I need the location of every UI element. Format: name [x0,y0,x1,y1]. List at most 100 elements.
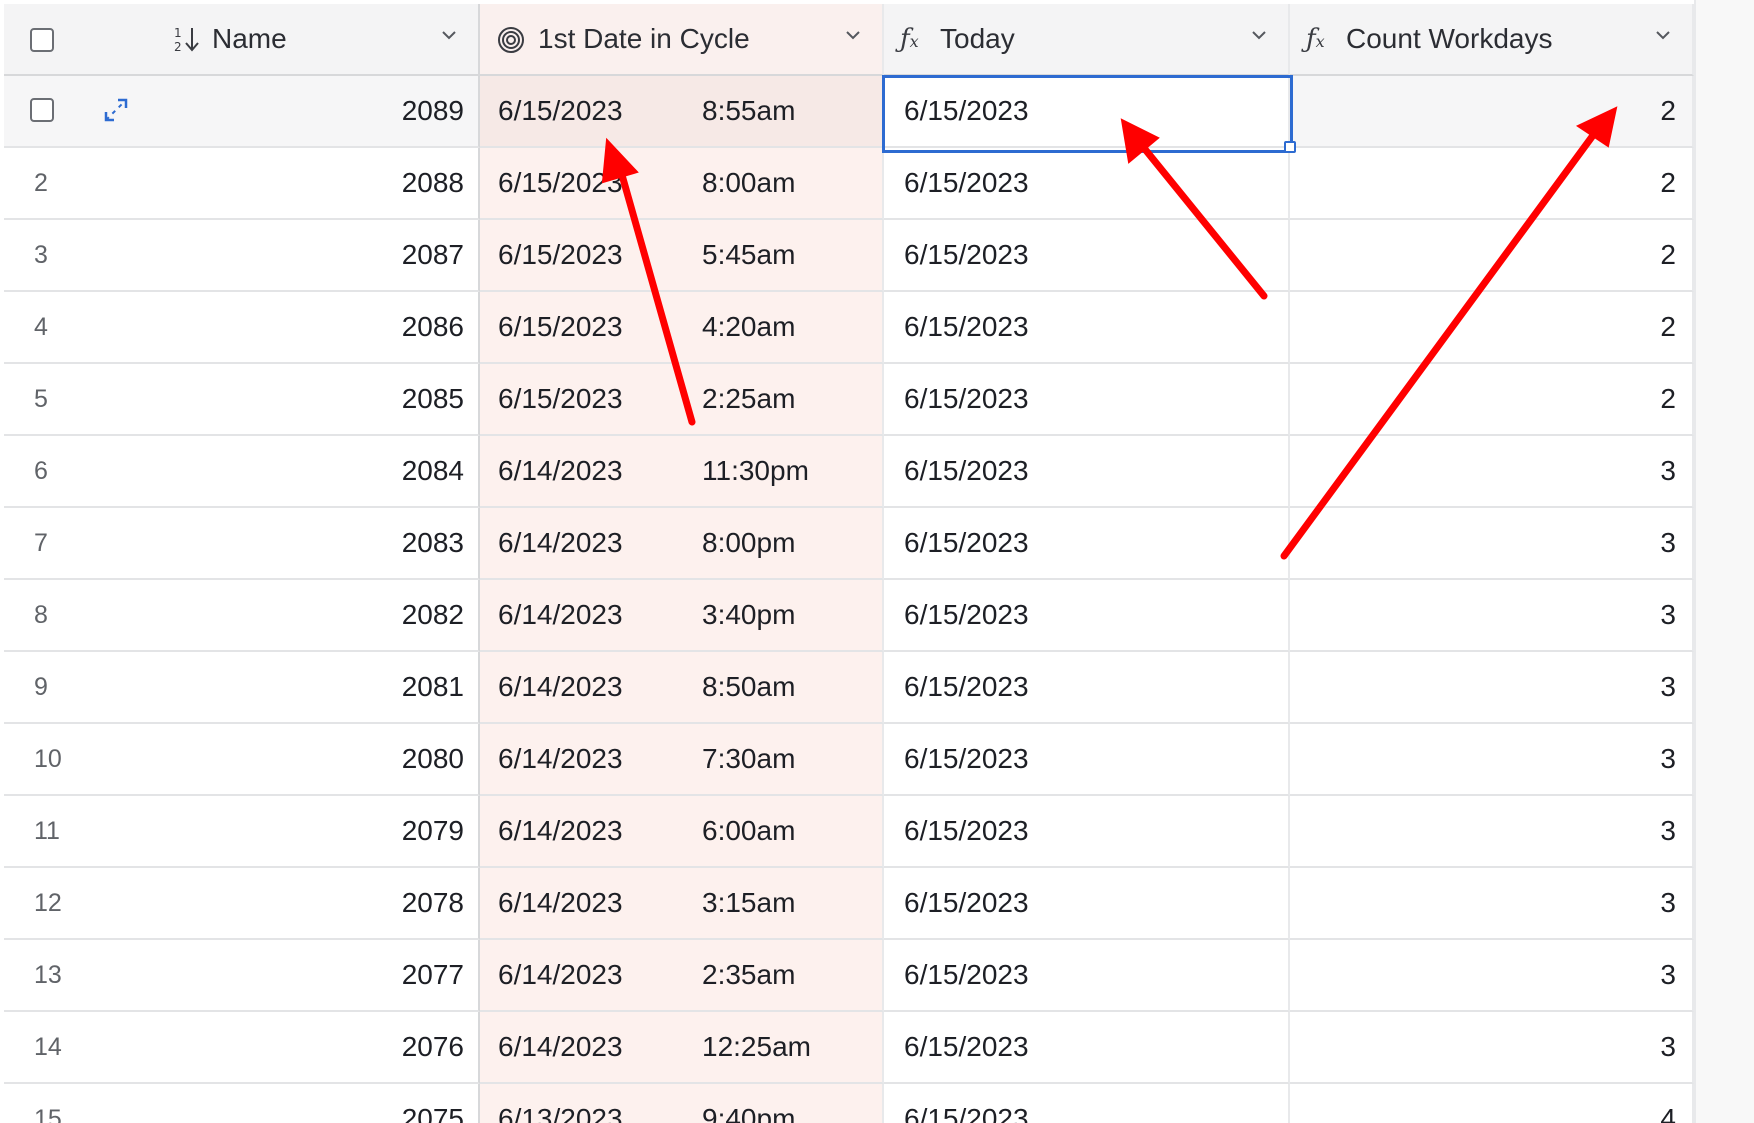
count-workdays-cell[interactable]: 3 [1290,508,1694,580]
today-cell[interactable]: 6/15/2023 [884,364,1290,436]
row-checkbox[interactable] [30,98,54,122]
today-cell[interactable]: 6/15/2023 [884,868,1290,940]
chevron-down-icon[interactable] [846,28,860,42]
expand-record-icon[interactable] [102,96,130,131]
count-workdays-cell[interactable]: 3 [1290,436,1694,508]
name-cell[interactable]: 7 2083 [4,508,480,580]
table-row[interactable]: 5 2085 6/15/2023 2:25am 6/15/2023 2 [4,364,1694,436]
count-workdays-cell[interactable]: 2 [1290,148,1694,220]
name-cell[interactable]: 6 2084 [4,436,480,508]
name-cell[interactable]: 12 2078 [4,868,480,940]
table-row[interactable]: 4 2086 6/15/2023 4:20am 6/15/2023 2 [4,292,1694,364]
first-date-cell[interactable]: 6/15/2023 8:55am [480,76,884,148]
fill-handle[interactable] [1284,141,1296,153]
first-date-cell[interactable]: 6/14/2023 3:15am [480,868,884,940]
column-header-name[interactable]: 1 2 Name [4,4,480,76]
first-date-cell[interactable]: 6/14/2023 11:30pm [480,436,884,508]
name-cell[interactable]: 3 2087 [4,220,480,292]
today-cell[interactable]: 6/15/2023 [884,436,1290,508]
table-row[interactable]: 3 2087 6/15/2023 5:45am 6/15/2023 2 [4,220,1694,292]
name-cell[interactable]: 13 2077 [4,940,480,1012]
table-row[interactable]: 7 2083 6/14/2023 8:00pm 6/15/2023 3 [4,508,1694,580]
time-value: 3:15am [702,887,796,918]
first-date-cell[interactable]: 6/14/2023 3:40pm [480,580,884,652]
today-cell[interactable]: 6/15/2023 [884,940,1290,1012]
chevron-down-icon[interactable] [442,28,456,42]
date-value: 6/13/2023 [498,1103,623,1123]
today-cell[interactable]: 6/15/2023 [884,292,1290,364]
chevron-down-icon[interactable] [1252,28,1266,42]
name-cell[interactable]: 15 2075 [4,1084,480,1123]
first-date-cell[interactable]: 6/14/2023 7:30am [480,724,884,796]
column-header-first-date[interactable]: 1st Date in Cycle [480,4,884,76]
today-cell[interactable]: 6/15/2023 [884,652,1290,724]
name-cell[interactable]: 4 2086 [4,292,480,364]
today-cell[interactable]: 6/15/2023 [884,1012,1290,1084]
count-workdays-cell[interactable]: 2 [1290,292,1694,364]
today-value: 6/15/2023 [904,743,1029,774]
count-workdays-cell[interactable]: 2 [1290,76,1694,148]
column-header-count-workdays[interactable]: ƒx Count Workdays [1290,4,1694,76]
first-date-cell[interactable]: 6/15/2023 5:45am [480,220,884,292]
count-workdays-cell[interactable]: 3 [1290,652,1694,724]
first-date-cell[interactable]: 6/14/2023 2:35am [480,940,884,1012]
date-value: 6/15/2023 [498,95,623,126]
table-row[interactable]: 9 2081 6/14/2023 8:50am 6/15/2023 3 [4,652,1694,724]
today-cell[interactable]: 6/15/2023 [884,148,1290,220]
count-workdays-cell[interactable]: 3 [1290,868,1694,940]
row-number: 11 [34,816,60,845]
table-row[interactable]: 12 2078 6/14/2023 3:15am 6/15/2023 3 [4,868,1694,940]
count-workdays-cell[interactable]: 3 [1290,1012,1694,1084]
count-workdays-cell[interactable]: 4 [1290,1084,1694,1123]
first-date-cell[interactable]: 6/13/2023 9:40pm [480,1084,884,1123]
table-row[interactable]: 6 2084 6/14/2023 11:30pm 6/15/2023 3 [4,436,1694,508]
table-row[interactable]: 14 2076 6/14/2023 12:25am 6/15/2023 3 [4,1012,1694,1084]
count-workdays-cell[interactable]: 3 [1290,796,1694,868]
right-gutter [1694,0,1754,1123]
today-cell[interactable]: 6/15/2023 [884,1084,1290,1123]
name-cell[interactable]: 14 2076 [4,1012,480,1084]
first-date-cell[interactable]: 6/14/2023 12:25am [480,1012,884,1084]
name-cell[interactable]: 2089 [4,76,480,148]
count-workdays-cell[interactable]: 3 [1290,580,1694,652]
today-cell[interactable]: 6/15/2023 [884,220,1290,292]
table-row[interactable]: 13 2077 6/14/2023 2:35am 6/15/2023 3 [4,940,1694,1012]
first-date-cell[interactable]: 6/15/2023 8:00am [480,148,884,220]
name-cell[interactable]: 2 2088 [4,148,480,220]
first-date-cell[interactable]: 6/15/2023 2:25am [480,364,884,436]
first-date-cell[interactable]: 6/14/2023 8:00pm [480,508,884,580]
count-workdays-cell[interactable]: 2 [1290,364,1694,436]
data-grid: 1 2 Name 1st Date in Cycle ƒx Today ƒx C… [0,0,1754,1123]
first-date-cell[interactable]: 6/14/2023 6:00am [480,796,884,868]
today-value: 6/15/2023 [904,455,1029,486]
name-cell[interactable]: 10 2080 [4,724,480,796]
table-row[interactable]: 11 2079 6/14/2023 6:00am 6/15/2023 3 [4,796,1694,868]
name-cell[interactable]: 5 2085 [4,364,480,436]
table-row[interactable]: 2 2088 6/15/2023 8:00am 6/15/2023 2 [4,148,1694,220]
today-value: 6/15/2023 [904,311,1029,342]
today-cell[interactable]: 6/15/2023 [884,580,1290,652]
today-cell[interactable]: 6/15/2023 [884,796,1290,868]
table-row[interactable]: 15 2075 6/13/2023 9:40pm 6/15/2023 4 [4,1084,1694,1123]
time-value: 8:00am [702,167,796,198]
table-row[interactable]: 8 2082 6/14/2023 3:40pm 6/15/2023 3 [4,580,1694,652]
today-cell[interactable]: 6/15/2023 [884,76,1290,148]
name-cell[interactable]: 8 2082 [4,580,480,652]
today-value: 6/15/2023 [904,671,1029,702]
today-cell[interactable]: 6/15/2023 [884,724,1290,796]
select-all-checkbox[interactable] [30,28,54,52]
count-workdays-cell[interactable]: 3 [1290,724,1694,796]
count-workdays-cell[interactable]: 3 [1290,940,1694,1012]
chevron-down-icon[interactable] [1656,28,1670,42]
header-row: 1 2 Name 1st Date in Cycle ƒx Today ƒx C… [4,4,1694,76]
column-header-today[interactable]: ƒx Today [884,4,1290,76]
today-cell[interactable]: 6/15/2023 [884,508,1290,580]
date-value: 6/14/2023 [498,815,623,846]
count-workdays-cell[interactable]: 2 [1290,220,1694,292]
table-row[interactable]: 10 2080 6/14/2023 7:30am 6/15/2023 3 [4,724,1694,796]
first-date-cell[interactable]: 6/14/2023 8:50am [480,652,884,724]
table-row[interactable]: 2089 6/15/2023 8:55am 6/15/2023 2 [4,76,1694,148]
first-date-cell[interactable]: 6/15/2023 4:20am [480,292,884,364]
name-cell[interactable]: 9 2081 [4,652,480,724]
name-cell[interactable]: 11 2079 [4,796,480,868]
